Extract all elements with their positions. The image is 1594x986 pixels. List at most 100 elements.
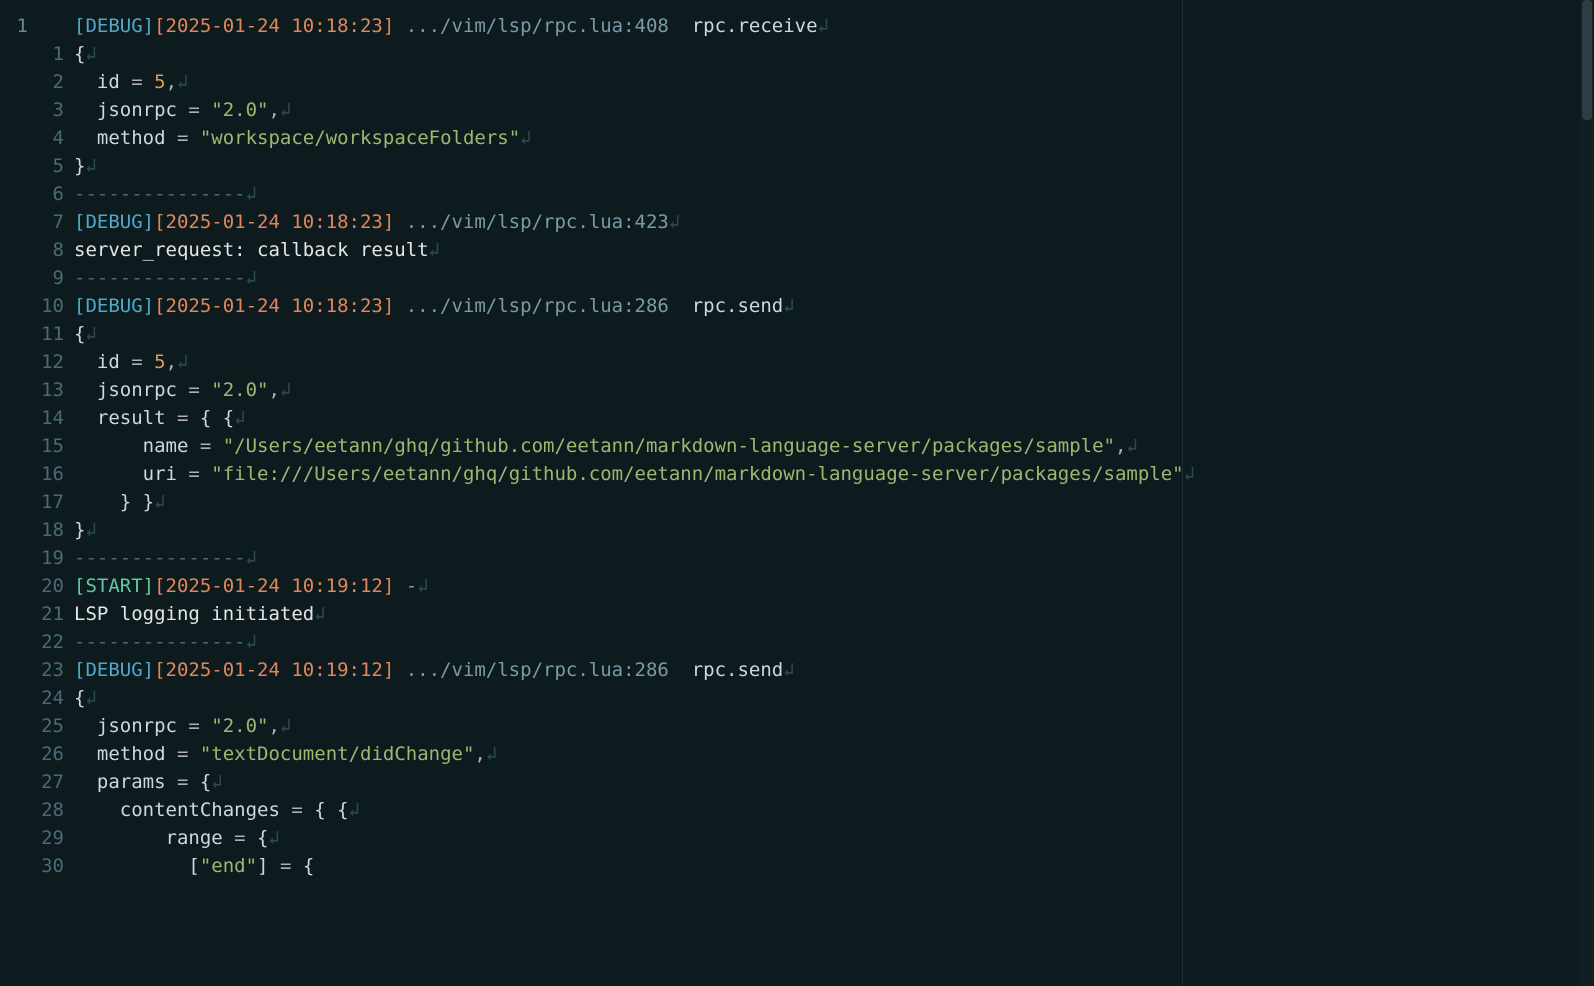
eol-icon: ↲ [520,127,531,149]
code-line[interactable]: ---------------↲ [74,628,1594,656]
code-line[interactable]: [DEBUG][2025-01-24 10:18:23] .../vim/lsp… [74,292,1594,320]
line-number-sub: 26 [38,740,64,768]
code-token: ] [257,855,268,877]
eol-icon: ↲ [1184,463,1195,485]
eol-icon: ↲ [85,323,96,345]
line-number-sub: 11 [38,320,64,348]
line-number-main [0,236,28,264]
eol-icon: ↲ [280,99,291,121]
line-number-sub: 16 [38,460,64,488]
code-token: , [474,743,485,765]
code-token: , [1115,435,1126,457]
log-timestamp: [2025-01-24 10:19:12] [154,575,394,597]
code-token: "workspace/workspaceFolders" [200,127,520,149]
log-function: rpc.send [669,659,783,681]
code-line[interactable]: jsonrpc = "2.0",↲ [74,96,1594,124]
line-number-sub: 14 [38,404,64,432]
code-line[interactable]: server_request: callback result↲ [74,236,1594,264]
code-line[interactable]: contentChanges = { {↲ [74,796,1594,824]
code-line[interactable]: [DEBUG][2025-01-24 10:18:23] .../vim/lsp… [74,12,1594,40]
code-line[interactable]: {↲ [74,40,1594,68]
line-number-sub: 27 [38,768,64,796]
line-number-main [0,376,28,404]
code-line[interactable]: name = "/Users/eetann/ghq/github.com/eet… [74,432,1594,460]
code-token: method [97,743,166,765]
line-number-sub: 18 [38,516,64,544]
code-token: { [74,43,85,65]
line-number-sub: 1 [38,40,64,68]
line-number-main [0,96,28,124]
eol-icon: ↲ [783,659,794,681]
code-line[interactable]: {↲ [74,684,1594,712]
line-number-main: 1 [0,12,28,40]
code-line[interactable]: ---------------↲ [74,544,1594,572]
code-token: "2.0" [211,99,268,121]
log-function: rpc.send [669,295,783,317]
eol-icon: ↲ [818,15,829,37]
log-level-tag: [DEBUG] [74,659,154,681]
code-token [74,491,120,513]
code-line[interactable]: }↲ [74,516,1594,544]
code-line[interactable]: jsonrpc = "2.0",↲ [74,712,1594,740]
log-source-path: .../vim/lsp/rpc.lua:423 [394,211,669,233]
line-gutter-sub: 1234567891011121314151617181920212223242… [38,0,74,986]
code-line[interactable]: {↲ [74,320,1594,348]
code-token: uri [143,463,177,485]
line-number-main [0,264,28,292]
line-number-sub: 8 [38,236,64,264]
code-token: = [280,799,314,821]
line-number-sub: 23 [38,656,64,684]
code-editor[interactable]: 1 12345678910111213141516171819202122232… [0,0,1594,986]
code-token: "end" [200,855,257,877]
code-line[interactable]: ["end"] = { [74,852,1594,880]
line-number-main [0,656,28,684]
code-line[interactable]: }↲ [74,152,1594,180]
eol-icon: ↲ [85,519,96,541]
code-line[interactable]: LSP logging initiated↲ [74,600,1594,628]
code-token [74,435,143,457]
code-line[interactable]: jsonrpc = "2.0",↲ [74,376,1594,404]
code-token: , [166,351,177,373]
code-line[interactable]: method = "workspace/workspaceFolders"↲ [74,124,1594,152]
code-token: jsonrpc [97,715,177,737]
code-token: , [269,379,280,401]
code-line[interactable]: id = 5,↲ [74,68,1594,96]
code-line[interactable]: params = {↲ [74,768,1594,796]
vertical-scrollbar[interactable] [1580,0,1594,986]
code-token: = [120,351,154,373]
code-token [74,379,97,401]
code-line[interactable]: [DEBUG][2025-01-24 10:19:12] .../vim/lsp… [74,656,1594,684]
line-number-main [0,404,28,432]
code-token: 5 [154,71,165,93]
code-token [74,71,97,93]
code-token: = [269,855,303,877]
eol-icon: ↲ [85,155,96,177]
code-content[interactable]: [DEBUG][2025-01-24 10:18:23] .../vim/lsp… [74,0,1594,986]
code-line[interactable]: ---------------↲ [74,180,1594,208]
scroll-thumb[interactable] [1582,0,1592,120]
column-ruler [1182,0,1183,986]
log-level-tag: [DEBUG] [74,211,154,233]
code-line[interactable]: uri = "file:///Users/eetann/ghq/github.c… [74,460,1594,488]
code-line[interactable]: [START][2025-01-24 10:19:12] -↲ [74,572,1594,600]
code-token: server_request: callback result [74,239,429,261]
line-number-sub: 19 [38,544,64,572]
code-line[interactable]: method = "textDocument/didChange",↲ [74,740,1594,768]
code-line[interactable]: [DEBUG][2025-01-24 10:18:23] .../vim/lsp… [74,208,1594,236]
line-number-main [0,684,28,712]
code-token: { [74,323,85,345]
eol-icon: ↲ [246,267,257,289]
line-number-sub: 5 [38,152,64,180]
eol-icon: ↲ [1126,435,1137,457]
code-line[interactable]: id = 5,↲ [74,348,1594,376]
line-number-main [0,68,28,96]
code-line[interactable]: } }↲ [74,488,1594,516]
line-number-sub: 2 [38,68,64,96]
code-line[interactable]: range = {↲ [74,824,1594,852]
code-line[interactable]: ---------------↲ [74,264,1594,292]
eol-icon: ↲ [234,407,245,429]
separator: --------------- [74,267,246,289]
line-number-sub: 13 [38,376,64,404]
eol-icon: ↲ [85,43,96,65]
code-line[interactable]: result = { {↲ [74,404,1594,432]
